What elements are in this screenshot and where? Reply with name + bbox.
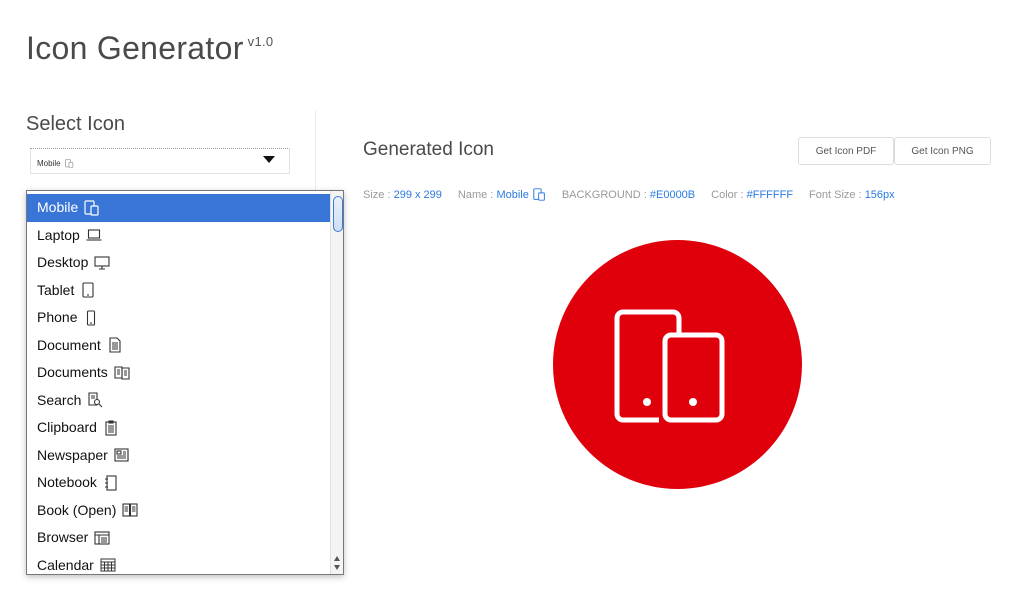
notebook-icon	[104, 475, 117, 491]
dropdown-scrollbar[interactable]	[330, 191, 343, 574]
option-search[interactable]: Search	[27, 387, 331, 415]
generated-icon-heading: Generated Icon	[363, 139, 494, 160]
option-label: Documents	[37, 364, 108, 380]
selected-value-label: Mobile	[37, 159, 61, 168]
scroll-down-arrow-icon[interactable]	[334, 565, 340, 570]
size-label: Size :	[363, 188, 391, 201]
generated-icon-preview	[553, 240, 802, 489]
option-newspaper[interactable]: Newspaper	[27, 442, 331, 470]
scrollbar-thumb[interactable]	[333, 196, 343, 232]
size-value: 299 x 299	[393, 188, 442, 201]
document-icon	[109, 337, 121, 353]
option-label: Book (Open)	[37, 501, 117, 518]
option-label: Newspaper	[37, 446, 108, 463]
option-tablet[interactable]: Tablet	[27, 277, 331, 305]
option-documents[interactable]: Documents	[27, 359, 331, 387]
icon-select[interactable]: Mobile	[30, 148, 290, 174]
chevron-down-icon[interactable]	[263, 156, 275, 163]
scroll-up-arrow-icon[interactable]	[334, 556, 340, 561]
option-desktop[interactable]: Desktop	[27, 249, 331, 277]
color-label: Color :	[711, 188, 744, 201]
option-label: Laptop	[37, 226, 80, 243]
background-label: BACKGROUND :	[561, 188, 647, 201]
desktop-icon	[94, 256, 110, 270]
option-document[interactable]: Document	[27, 332, 331, 360]
option-clipboard[interactable]: Clipboard	[27, 414, 331, 442]
option-browser[interactable]: Browser	[27, 524, 331, 552]
option-label: Desktop	[37, 254, 89, 270]
selected-value: Mobile	[37, 159, 74, 168]
search-document-icon	[88, 392, 103, 408]
calendar-icon	[100, 558, 116, 572]
column-divider	[315, 110, 316, 190]
name-value: Mobile	[496, 188, 529, 201]
mobile-icon	[614, 309, 724, 422]
option-label: Search	[37, 391, 82, 408]
option-label: Document	[37, 336, 101, 353]
option-mobile[interactable]: Mobile	[27, 194, 331, 222]
app-title-text: Icon Generator	[26, 30, 244, 66]
option-laptop[interactable]: Laptop	[27, 222, 331, 250]
mobile-icon	[64, 159, 73, 168]
get-icon-pdf-button[interactable]: Get Icon PDF	[798, 137, 894, 165]
option-label: Calendar	[37, 556, 94, 573]
app-title: Icon Generator v1.0	[26, 30, 273, 67]
select-icon-heading: Select Icon	[26, 113, 125, 135]
book-open-icon	[122, 503, 138, 517]
documents-icon	[114, 366, 130, 380]
laptop-icon	[86, 229, 102, 241]
option-label: Clipboard	[37, 419, 97, 435]
background-value: #E0000B	[649, 188, 696, 201]
option-label: Tablet	[37, 281, 75, 298]
option-notebook[interactable]: Notebook	[27, 469, 331, 497]
option-label: Notebook	[37, 474, 97, 490]
option-book-open[interactable]: Book (Open)	[27, 497, 331, 525]
tablet-icon	[82, 282, 94, 298]
get-icon-png-button[interactable]: Get Icon PNG	[894, 137, 991, 165]
app-version: v1.0	[247, 34, 274, 49]
option-label: Mobile	[37, 199, 79, 215]
mobile-icon	[533, 188, 545, 201]
name-label: Name :	[457, 188, 494, 201]
color-value: #FFFFFF	[746, 188, 794, 201]
option-label: Phone	[37, 309, 78, 325]
icon-dropdown-list[interactable]: Mobile Laptop Desktop Tablet Phone Docum…	[26, 190, 344, 575]
newspaper-icon	[114, 448, 129, 462]
option-phone[interactable]: Phone	[27, 304, 331, 332]
option-label: Browser	[37, 529, 89, 545]
option-calendar[interactable]: Calendar	[27, 552, 331, 575]
clipboard-icon	[105, 420, 117, 436]
font-size-label: Font Size :	[809, 188, 862, 201]
font-size-value: 156px	[864, 188, 895, 201]
mobile-icon	[84, 200, 99, 216]
phone-icon	[87, 310, 96, 326]
icon-metadata: Size : 299 x 299 Name : Mobile BACKGROUN…	[363, 188, 895, 201]
browser-icon	[94, 531, 110, 545]
